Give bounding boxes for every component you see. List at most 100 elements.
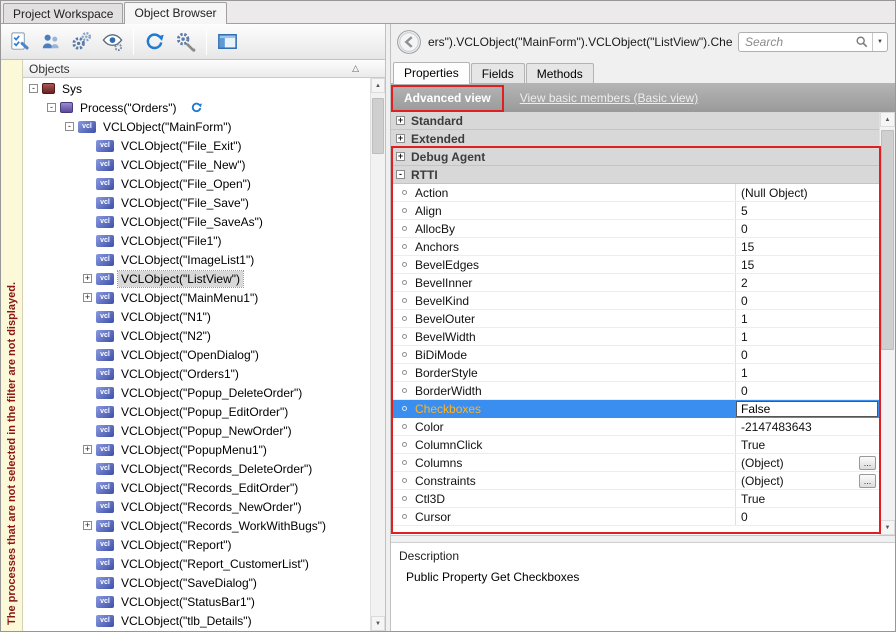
add-users-icon[interactable] bbox=[36, 27, 65, 56]
property-row[interactable]: BevelEdges15 bbox=[391, 256, 879, 274]
property-row[interactable]: BevelKind0 bbox=[391, 292, 879, 310]
tree-item[interactable]: +vclVCLObject("PopupMenu1") bbox=[23, 440, 370, 459]
tree-item[interactable]: vclVCLObject("tlb_Details") bbox=[23, 611, 370, 630]
tree-item[interactable]: vclVCLObject("File_Save") bbox=[23, 193, 370, 212]
tree-item[interactable]: vclVCLObject("File1") bbox=[23, 231, 370, 250]
tree-item[interactable]: vclVCLObject("File_Exit") bbox=[23, 136, 370, 155]
property-row[interactable]: Action(Null Object) bbox=[391, 184, 879, 202]
scroll-down-button[interactable]: ▼ bbox=[880, 520, 895, 535]
tree-item[interactable]: vclVCLObject("SaveDialog") bbox=[23, 573, 370, 592]
sort-order-icon[interactable]: △ bbox=[352, 63, 359, 74]
tree-item[interactable]: vclVCLObject("Popup_DeleteOrder") bbox=[23, 383, 370, 402]
property-row[interactable]: BorderStyle1 bbox=[391, 364, 879, 382]
search-icon[interactable] bbox=[855, 35, 869, 49]
category-label: Standard bbox=[411, 114, 463, 128]
ellipsis-button[interactable]: ... bbox=[859, 474, 876, 488]
expand-icon[interactable]: + bbox=[83, 274, 92, 283]
property-row[interactable]: BiDiMode0 bbox=[391, 346, 879, 364]
panel-view-icon[interactable] bbox=[213, 27, 242, 56]
search-input[interactable] bbox=[745, 35, 853, 49]
tree-item[interactable]: vclVCLObject("Report") bbox=[23, 535, 370, 554]
vcl-icon: vcl bbox=[96, 463, 114, 475]
property-row[interactable]: Columns(Object)... bbox=[391, 454, 879, 472]
tab-fields[interactable]: Fields bbox=[471, 63, 525, 83]
expand-icon[interactable]: + bbox=[396, 134, 405, 143]
scroll-up-button[interactable]: ▲ bbox=[880, 112, 895, 127]
tree-item[interactable]: vclVCLObject("StatusBar1") bbox=[23, 592, 370, 611]
basic-view-link[interactable]: View basic members (Basic view) bbox=[520, 91, 699, 105]
expand-icon[interactable]: + bbox=[396, 152, 405, 161]
tree-item[interactable]: vclVCLObject("Records_NewOrder") bbox=[23, 497, 370, 516]
search-dropdown-button[interactable]: ▼ bbox=[872, 33, 887, 51]
tree-item[interactable]: vclVCLObject("File_Open") bbox=[23, 174, 370, 193]
tree-item[interactable]: +vclVCLObject("MainMenu1") bbox=[23, 288, 370, 307]
tree-item[interactable]: vclVCLObject("File_New") bbox=[23, 155, 370, 174]
property-row[interactable]: BevelInner2 bbox=[391, 274, 879, 292]
property-row[interactable]: ColumnClickTrue bbox=[391, 436, 879, 454]
tree-indent bbox=[29, 582, 83, 583]
property-row[interactable]: Ctl3DTrue bbox=[391, 490, 879, 508]
property-row[interactable]: BevelOuter1 bbox=[391, 310, 879, 328]
property-row[interactable]: BevelWidth1 bbox=[391, 328, 879, 346]
tree-item[interactable]: vclVCLObject("Popup_NewOrder") bbox=[23, 421, 370, 440]
collapse-icon[interactable]: - bbox=[65, 122, 74, 131]
property-row[interactable]: Anchors15 bbox=[391, 238, 879, 256]
property-row[interactable]: AllocBy0 bbox=[391, 220, 879, 238]
tree-indent bbox=[29, 107, 47, 108]
property-row[interactable]: Cursor0 bbox=[391, 508, 879, 526]
tree-item[interactable]: vclVCLObject("OpenDialog") bbox=[23, 345, 370, 364]
tree-item[interactable]: vclVCLObject("Popup_EditOrder") bbox=[23, 402, 370, 421]
property-value: 1 bbox=[741, 312, 748, 326]
property-category-row[interactable]: +Extended bbox=[391, 130, 879, 148]
refresh-icon[interactable] bbox=[140, 27, 169, 56]
ellipsis-button[interactable]: ... bbox=[859, 456, 876, 470]
tree-scrollbar[interactable]: ▲ ▼ bbox=[370, 78, 385, 631]
tab-properties[interactable]: Properties bbox=[393, 62, 470, 84]
tab-object-browser[interactable]: Object Browser bbox=[124, 2, 226, 24]
expand-icon[interactable]: + bbox=[83, 521, 92, 530]
property-category-row[interactable]: +Debug Agent bbox=[391, 148, 879, 166]
tree-item[interactable]: +vclVCLObject("ListView") bbox=[23, 269, 370, 288]
collapse-icon[interactable]: - bbox=[47, 103, 56, 112]
tree-item[interactable]: vclVCLObject("N1") bbox=[23, 307, 370, 326]
property-name-cell: Anchors bbox=[391, 238, 736, 255]
tree-item[interactable]: vclVCLObject("ImageList1") bbox=[23, 250, 370, 269]
scroll-down-button[interactable]: ▼ bbox=[371, 616, 385, 631]
eye-settings-icon[interactable] bbox=[98, 27, 127, 56]
expand-icon[interactable]: + bbox=[83, 445, 92, 454]
collapse-icon[interactable]: - bbox=[396, 170, 405, 179]
property-row[interactable]: Color-2147483643 bbox=[391, 418, 879, 436]
tree-item[interactable]: -Process("Orders") bbox=[23, 98, 370, 117]
property-row[interactable]: Constraints(Object)... bbox=[391, 472, 879, 490]
tree-item[interactable]: -vclVCLObject("MainForm") bbox=[23, 117, 370, 136]
collapse-icon[interactable]: - bbox=[29, 84, 38, 93]
tree-item[interactable]: vclVCLObject("Report_CustomerList") bbox=[23, 554, 370, 573]
tree-item[interactable]: vclVCLObject("Orders1") bbox=[23, 364, 370, 383]
tree-item[interactable]: +vclVCLObject("Records_WorkWithBugs") bbox=[23, 516, 370, 535]
tree-item[interactable]: vclVCLObject("Records_DeleteOrder") bbox=[23, 459, 370, 478]
tab-methods[interactable]: Methods bbox=[526, 63, 594, 83]
tree-item-label: VCLObject("N2") bbox=[118, 328, 214, 344]
property-category-row[interactable]: -RTTI bbox=[391, 166, 879, 184]
gear-wrench-icon[interactable] bbox=[171, 27, 200, 56]
tab-project-workspace[interactable]: Project Workspace bbox=[3, 3, 123, 23]
tree-item[interactable]: vclVCLObject("File_SaveAs") bbox=[23, 212, 370, 231]
tree-item[interactable]: -Sys bbox=[23, 79, 370, 98]
gears-icon[interactable] bbox=[67, 27, 96, 56]
property-row[interactable]: Align5 bbox=[391, 202, 879, 220]
grid-scrollbar[interactable]: ▲ ▼ bbox=[879, 112, 895, 535]
property-row[interactable]: CheckboxesFalse bbox=[391, 400, 879, 418]
property-value-editor[interactable]: False bbox=[736, 401, 878, 417]
expand-icon[interactable]: + bbox=[396, 116, 405, 125]
tree-item[interactable]: vclVCLObject("Records_EditOrder") bbox=[23, 478, 370, 497]
back-button[interactable] bbox=[396, 29, 422, 55]
property-category-row[interactable]: + Standard bbox=[391, 112, 879, 130]
scroll-up-button[interactable]: ▲ bbox=[371, 78, 385, 93]
property-row[interactable]: BorderWidth0 bbox=[391, 382, 879, 400]
tree-item[interactable]: vclVCLObject("N2") bbox=[23, 326, 370, 345]
scroll-thumb[interactable] bbox=[372, 98, 384, 154]
scroll-thumb[interactable] bbox=[881, 130, 894, 350]
main-content: The processes that are not selected in t… bbox=[1, 24, 895, 631]
expand-icon[interactable]: + bbox=[83, 293, 92, 302]
edit-checklist-icon[interactable] bbox=[5, 27, 34, 56]
